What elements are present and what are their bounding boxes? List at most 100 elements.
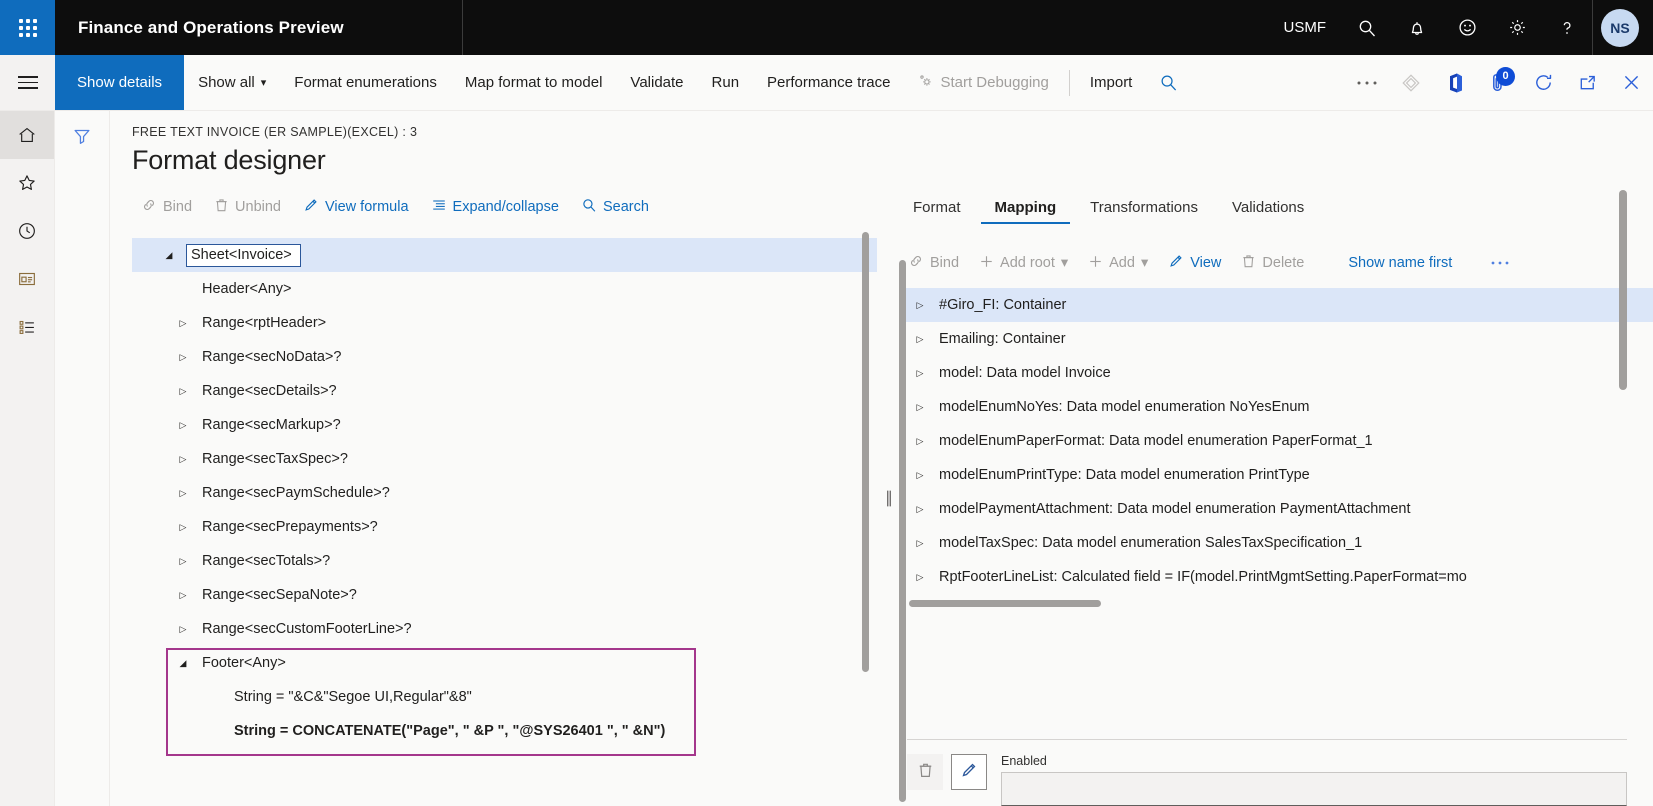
diamond-lifecycle-icon[interactable] — [1389, 55, 1433, 111]
action-run[interactable]: Run — [698, 55, 754, 111]
hamburger-menu-icon[interactable] — [0, 55, 55, 110]
format-tree-node[interactable]: ▷ Range<secDetails>? — [132, 374, 877, 408]
twisty-collapsed-icon[interactable]: ▷ — [172, 590, 194, 601]
mapping-tree-node[interactable]: ▷ Emailing: Container — [899, 322, 1653, 356]
property-delete-button[interactable] — [907, 754, 943, 790]
format-tree[interactable]: ◢ Sheet<Invoice> Header<Any> ▷ Range<rptHead… — [132, 238, 877, 806]
mapping-tree-node[interactable]: ▷ RptFooterLineList: Calculated field = I… — [899, 560, 1653, 594]
mapping-tree-node[interactable]: ▷ modelEnumPaperFormat: Data model enumer… — [899, 424, 1653, 458]
format-tree-node[interactable]: ▷ Range<secTotals>? — [132, 544, 877, 578]
twisty-expanded-icon[interactable]: ◢ — [158, 250, 180, 261]
mapping-tree-node[interactable]: ▷ modelEnumNoYes: Data model enumeration … — [899, 390, 1653, 424]
gear-icon[interactable] — [1492, 0, 1542, 55]
twisty-collapsed-icon[interactable]: ▷ — [907, 470, 933, 481]
action-import[interactable]: Import — [1076, 55, 1147, 111]
filter-funnel-icon[interactable] — [67, 121, 97, 156]
format-tree-node[interactable]: ▷ Range<rptHeader> — [132, 306, 877, 340]
action-show-all[interactable]: Show all ▾ — [184, 55, 280, 111]
scrollbar-thumb[interactable] — [909, 600, 1101, 607]
attachment-icon[interactable]: 0 — [1477, 55, 1521, 111]
twisty-collapsed-icon[interactable]: ▷ — [172, 420, 194, 431]
expand-collapse-button[interactable]: Expand/collapse — [422, 195, 568, 219]
ellipsis-icon[interactable] — [1345, 55, 1389, 111]
rail-item-workspaces[interactable] — [0, 255, 54, 303]
feedback-smiley-icon[interactable] — [1442, 0, 1492, 55]
mapping-tree-hscrollbar[interactable] — [909, 600, 1539, 607]
format-tree-node[interactable]: ▷ Range<secPrepayments>? — [132, 510, 877, 544]
twisty-collapsed-icon[interactable]: ▷ — [907, 402, 933, 413]
mapping-tree-node[interactable]: ▷ modelEnumPrintType: Data model enumerat… — [899, 458, 1653, 492]
tab-show-details[interactable]: Show details — [55, 55, 185, 110]
rail-item-favorites[interactable] — [0, 159, 54, 207]
search-icon[interactable] — [1342, 0, 1392, 55]
scrollbar-thumb[interactable] — [862, 232, 869, 672]
twisty-collapsed-icon[interactable]: ▷ — [172, 488, 194, 499]
format-tree-node[interactable]: ▷ Range<secCustomFooterLine>? — [132, 612, 877, 646]
twisty-collapsed-icon[interactable]: ▷ — [907, 538, 933, 549]
format-tree-node[interactable]: ◢ Footer<Any> — [132, 646, 877, 680]
tab-validations[interactable]: Validations — [1218, 199, 1318, 224]
format-tree-node[interactable]: ◢ Sheet<Invoice> — [132, 238, 877, 272]
twisty-collapsed-icon[interactable]: ▷ — [172, 352, 194, 363]
mapping-tree-node[interactable]: ▷ #Giro_FI: Container — [899, 288, 1653, 322]
format-tree-node[interactable]: Header<Any> — [132, 272, 877, 306]
search-button[interactable]: Search — [572, 195, 658, 219]
twisty-collapsed-icon[interactable]: ▷ — [172, 522, 194, 533]
show-name-first-button[interactable]: Show name first — [1339, 253, 1461, 273]
property-edit-button[interactable] — [951, 754, 987, 790]
app-launcher-icon[interactable] — [0, 0, 55, 55]
twisty-collapsed-icon[interactable]: ▷ — [172, 318, 194, 329]
rail-item-home[interactable] — [0, 111, 54, 159]
twisty-collapsed-icon[interactable]: ▷ — [907, 368, 933, 379]
format-tree-node[interactable]: ▷ Range<secNoData>? — [132, 340, 877, 374]
mapping-pane-scrollbar[interactable] — [899, 260, 906, 802]
rail-item-modules[interactable] — [0, 303, 54, 351]
pane-splitter[interactable]: ∥ — [877, 190, 899, 806]
twisty-collapsed-icon[interactable]: ▷ — [172, 556, 194, 567]
mapping-view-button[interactable]: View — [1159, 251, 1230, 275]
scrollbar-thumb[interactable] — [899, 260, 906, 802]
twisty-collapsed-icon[interactable]: ▷ — [907, 300, 933, 311]
rail-item-recent[interactable] — [0, 207, 54, 255]
mapping-tree-scrollbar[interactable] — [1619, 190, 1627, 390]
tab-format[interactable]: Format — [899, 199, 975, 224]
mapping-overflow-button[interactable] — [1481, 253, 1519, 273]
format-tree-node[interactable]: String = "&C&"Segoe UI,Regular"&8" — [132, 680, 877, 714]
twisty-collapsed-icon[interactable]: ▷ — [172, 624, 194, 635]
format-tree-node[interactable]: ▷ Range<secPaymSchedule>? — [132, 476, 877, 510]
action-map-format-to-model[interactable]: Map format to model — [451, 55, 617, 111]
twisty-collapsed-icon[interactable]: ▷ — [907, 572, 933, 583]
company-selector[interactable]: USMF — [1268, 19, 1343, 36]
twisty-collapsed-icon[interactable]: ▷ — [907, 334, 933, 345]
action-performance-trace[interactable]: Performance trace — [753, 55, 904, 111]
format-tree-node[interactable]: String = CONCATENATE("Page", " &P ", "@S… — [132, 714, 877, 748]
office-icon[interactable] — [1433, 55, 1477, 111]
search-icon[interactable] — [1146, 55, 1190, 111]
action-validate[interactable]: Validate — [616, 55, 697, 111]
close-icon[interactable] — [1609, 55, 1653, 111]
format-tree-node[interactable]: ▷ Range<secSepaNote>? — [132, 578, 877, 612]
format-tree-node[interactable]: ▷ Range<secTaxSpec>? — [132, 442, 877, 476]
open-in-new-window-icon[interactable] — [1565, 55, 1609, 111]
twisty-expanded-icon[interactable]: ◢ — [172, 658, 194, 669]
twisty-collapsed-icon[interactable]: ▷ — [907, 504, 933, 515]
mapping-tree-node[interactable]: ▷ modelPaymentAttachment: Data model enum… — [899, 492, 1653, 526]
scrollbar-thumb[interactable] — [1619, 190, 1627, 390]
mapping-tree-node[interactable]: ▷ model: Data model Invoice — [899, 356, 1653, 390]
view-formula-button[interactable]: View formula — [294, 195, 418, 219]
bell-icon[interactable] — [1392, 0, 1442, 55]
twisty-collapsed-icon[interactable]: ▷ — [172, 454, 194, 465]
avatar[interactable]: NS — [1601, 8, 1639, 47]
mapping-tree-node[interactable]: ▷ modelTaxSpec: Data model enumeration Sa… — [899, 526, 1653, 560]
tab-transformations[interactable]: Transformations — [1076, 199, 1212, 224]
twisty-collapsed-icon[interactable]: ▷ — [172, 386, 194, 397]
refresh-icon[interactable] — [1521, 55, 1565, 111]
tab-mapping[interactable]: Mapping — [980, 199, 1071, 224]
format-tree-scrollbar[interactable] — [862, 232, 869, 800]
mapping-tree[interactable]: ▷ #Giro_FI: Container ▷ Emailing: Container… — [899, 288, 1653, 739]
twisty-collapsed-icon[interactable]: ▷ — [907, 436, 933, 447]
format-tree-node[interactable]: ▷ Range<secMarkup>? — [132, 408, 877, 442]
action-format-enumerations[interactable]: Format enumerations — [280, 55, 451, 111]
help-question-icon[interactable] — [1542, 0, 1592, 55]
enabled-field-input[interactable] — [1001, 772, 1627, 806]
